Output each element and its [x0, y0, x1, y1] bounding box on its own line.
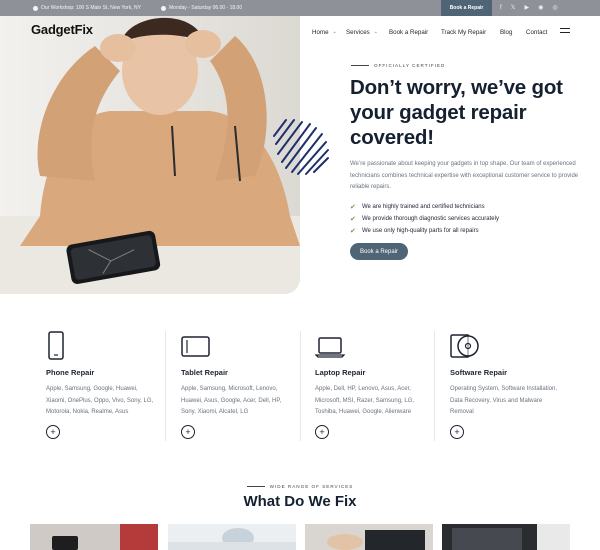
- address-info: Our Workshop: 100 S Main St, New York, N…: [33, 0, 141, 16]
- check-text: We use only high-quality parts for all r…: [362, 228, 479, 234]
- service-card-tablet[interactable]: Tablet Repair Apple, Samsung, Microsoft,…: [181, 331, 296, 446]
- expand-plus-icon[interactable]: +: [181, 425, 195, 439]
- hero-checklist: ✔ We are highly trained and certified te…: [350, 201, 499, 237]
- x-twitter-icon[interactable]: 𝕏: [511, 5, 516, 11]
- fix-thumbnail-3[interactable]: [305, 524, 433, 550]
- clock-icon: [161, 5, 166, 11]
- service-divider: [300, 331, 301, 441]
- expand-plus-icon[interactable]: +: [315, 425, 329, 439]
- fix-thumbnail-4[interactable]: [442, 524, 570, 550]
- service-divider: [165, 331, 166, 441]
- social-links: f 𝕏 ▶ ◉ ◎: [500, 0, 558, 16]
- check-icon: ✔: [350, 204, 356, 211]
- chevron-down-icon: ⌄: [373, 29, 378, 35]
- eyebrow-line: [246, 486, 265, 487]
- service-description: Apple, Samsung, Google, Huawei, Xiaomi, …: [46, 386, 154, 415]
- hero-image: [0, 16, 300, 294]
- nav-track-repair[interactable]: Track My Repair: [441, 29, 486, 36]
- topbar-book-button[interactable]: Book a Repair: [441, 0, 492, 16]
- check-icon: ✔: [350, 216, 356, 223]
- nav-services[interactable]: Services: [346, 29, 370, 36]
- address-text: Our Workshop: 100 S Main St, New York, N…: [41, 5, 141, 11]
- hero-eyebrow-text: OFFICIALLY CERTIFIED: [374, 63, 446, 68]
- expand-plus-icon[interactable]: +: [450, 425, 464, 439]
- check-icon: ✔: [350, 228, 356, 235]
- youtube-icon[interactable]: ▶: [525, 5, 530, 11]
- service-description: Operating System, Software Installation,…: [450, 386, 558, 415]
- top-bar: Our Workshop: 100 S Main St, New York, N…: [0, 0, 600, 16]
- hero-eyebrow: OFFICIALLY CERTIFIED: [351, 63, 445, 68]
- check-item: ✔ We provide thorough diagnostic service…: [350, 213, 499, 225]
- phone-icon: [48, 331, 64, 360]
- service-title: Phone Repair: [46, 368, 95, 377]
- check-text: We are highly trained and certified tech…: [362, 204, 485, 210]
- service-description: Apple, Dell, HP, Lenovo, Asus, Acer, Mic…: [315, 386, 415, 415]
- service-divider: [434, 331, 435, 441]
- nav-contact[interactable]: Contact: [526, 29, 547, 36]
- check-text: We provide thorough diagnostic services …: [362, 216, 499, 222]
- nav-services-group: Services ⌄: [346, 27, 378, 37]
- chevron-down-icon: ⌄: [332, 29, 337, 35]
- service-card-laptop[interactable]: Laptop Repair Apple, Dell, HP, Lenovo, A…: [315, 331, 430, 446]
- section-eyebrow-text: WIDE RANGE OF SERVICES: [269, 484, 354, 489]
- facebook-icon[interactable]: f: [500, 5, 502, 11]
- nav-book-group: Book a Repair: [389, 27, 428, 37]
- tablet-icon: [181, 336, 210, 357]
- service-card-software[interactable]: Software Repair Operating System, Softwa…: [450, 331, 565, 446]
- nav-blog[interactable]: Blog: [500, 29, 512, 36]
- hours-text: Monday - Saturday 06.00 - 18.00: [169, 5, 243, 11]
- nav-track-group: Track My Repair: [441, 27, 486, 37]
- service-title: Tablet Repair: [181, 368, 228, 377]
- location-icon: [33, 5, 38, 11]
- section-title: What Do We Fix: [243, 493, 357, 510]
- hero-description: We’re passionate about keeping your gadg…: [350, 161, 579, 190]
- software-disc-icon: [450, 334, 479, 358]
- fix-thumbnail-1[interactable]: [30, 524, 158, 550]
- pinterest-icon[interactable]: ◉: [538, 5, 543, 11]
- laptop-icon: [315, 337, 345, 358]
- nav-home[interactable]: Home: [312, 29, 329, 36]
- fix-thumbnail-2[interactable]: [168, 524, 296, 550]
- nav-blog-group: Blog: [500, 27, 512, 37]
- scribble-decoration: [273, 119, 329, 175]
- service-title: Software Repair: [450, 368, 508, 377]
- expand-plus-icon[interactable]: +: [46, 425, 60, 439]
- eyebrow-line: [351, 65, 369, 66]
- main-nav: Home ⌄: [312, 27, 337, 37]
- hero-title: Don’t worry, we’ve got your gadget repai…: [350, 76, 563, 149]
- service-description: Apple, Samsung, Microsoft, Lenovo, Huawe…: [181, 386, 282, 415]
- instagram-icon[interactable]: ◎: [552, 5, 557, 11]
- check-item: ✔ We are highly trained and certified te…: [350, 201, 499, 213]
- service-card-phone[interactable]: Phone Repair Apple, Samsung, Google, Hua…: [46, 331, 161, 446]
- section-eyebrow: WIDE RANGE OF SERVICES: [0, 484, 600, 489]
- site-logo[interactable]: GadgetFix: [31, 22, 93, 37]
- check-item: ✔ We use only high-quality parts for all…: [350, 225, 499, 237]
- service-title: Laptop Repair: [315, 368, 366, 377]
- hero-book-button[interactable]: Book a Repair: [350, 243, 408, 260]
- nav-contact-group: Contact: [526, 27, 547, 37]
- hours-info: Monday - Saturday 06.00 - 18.00: [161, 0, 242, 16]
- menu-icon[interactable]: [560, 28, 570, 33]
- nav-book-repair[interactable]: Book a Repair: [389, 29, 428, 36]
